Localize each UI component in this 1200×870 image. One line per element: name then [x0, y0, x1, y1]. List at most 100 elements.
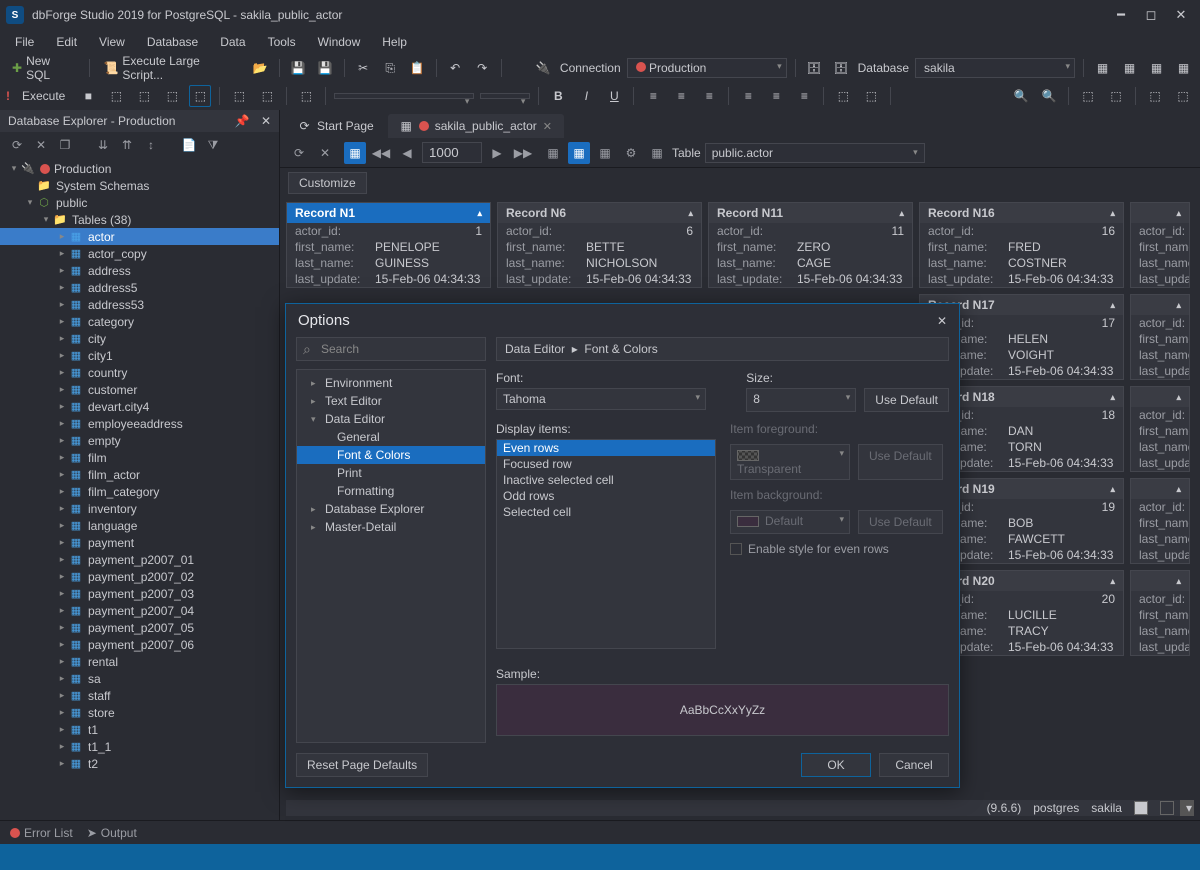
opt-node-general[interactable]: General [297, 428, 485, 446]
display-item[interactable]: Even rows [497, 440, 715, 456]
zoom-out-button[interactable]: 🔍 [1038, 85, 1060, 107]
execute-button[interactable]: Execute [16, 86, 71, 106]
menu-tools[interactable]: Tools [259, 32, 305, 52]
use-default-font-button[interactable]: Use Default [864, 388, 949, 412]
collapse-icon[interactable]: ▴ [1176, 392, 1181, 403]
save-all-button[interactable]: 💾 [315, 57, 336, 79]
tree-node-table[interactable]: ▸▦payment [0, 534, 279, 551]
connection-dropdown[interactable]: Production [627, 58, 787, 78]
tool-4[interactable]: ▦ [1173, 57, 1194, 79]
size-select[interactable]: 8 [746, 388, 856, 412]
menu-edit[interactable]: Edit [47, 32, 86, 52]
grid-next-page-button[interactable]: ▶▶ [512, 142, 534, 164]
tree-node-table[interactable]: ▸▦address [0, 262, 279, 279]
opt-node-master-detail[interactable]: ▸Master-Detail [297, 518, 485, 536]
size-dropdown[interactable] [480, 93, 530, 99]
display-items-list[interactable]: Even rowsFocused rowInactive selected ce… [496, 439, 716, 649]
tree-node-table[interactable]: ▸▦rental [0, 653, 279, 670]
tb2-b7[interactable]: ⬚ [295, 85, 317, 107]
font-dropdown[interactable] [334, 93, 474, 99]
tree-node-table[interactable]: ▸▦customer [0, 381, 279, 398]
record-card[interactable]: Record N1▴ actor_id:1 first_name:PENELOP… [286, 202, 491, 288]
tree-node-table[interactable]: ▸▦employeeaddress [0, 415, 279, 432]
grid-view2-button[interactable]: ▦ [568, 142, 590, 164]
new-window-icon[interactable]: ❐ [56, 136, 74, 154]
display-item[interactable]: Odd rows [497, 488, 715, 504]
maximize-button[interactable]: ◻ [1138, 5, 1164, 25]
tool-3[interactable]: ▦ [1146, 57, 1167, 79]
record-card[interactable]: ▴ actor_id: first_name: last_name: last_… [1130, 294, 1190, 380]
tb2-r2[interactable]: ⬚ [1105, 85, 1127, 107]
opt-node-print[interactable]: Print [297, 464, 485, 482]
opt-node-environment[interactable]: ▸Environment [297, 374, 485, 392]
align-center-button[interactable]: ≡ [670, 85, 692, 107]
tree-node-table[interactable]: ▸▦payment_p2007_02 [0, 568, 279, 585]
collapse-icon[interactable]: ▴ [1176, 484, 1181, 495]
opt-node-db-explorer[interactable]: ▸Database Explorer [297, 500, 485, 518]
opt-node-text-editor[interactable]: ▸Text Editor [297, 392, 485, 410]
close-button[interactable]: ✕ [1168, 5, 1194, 25]
tb2-b6[interactable]: ⬚ [256, 85, 278, 107]
tree-node-table[interactable]: ▸▦city [0, 330, 279, 347]
display-item[interactable]: Focused row [497, 456, 715, 472]
tree-node-table[interactable]: ▸▦film_category [0, 483, 279, 500]
tree-node-table[interactable]: ▸▦address5 [0, 279, 279, 296]
display-item[interactable]: Selected cell [497, 504, 715, 520]
display-item[interactable]: Inactive selected cell [497, 472, 715, 488]
align-right-button[interactable]: ≡ [698, 85, 720, 107]
save-button[interactable]: 💾 [288, 57, 309, 79]
tree-node-table[interactable]: ▸▦language [0, 517, 279, 534]
underline-button[interactable]: U [603, 85, 625, 107]
database-dropdown[interactable]: sakila [915, 58, 1075, 78]
tree-node-table[interactable]: ▸▦address53 [0, 296, 279, 313]
output-button[interactable]: ➤Output [87, 826, 137, 840]
collapse-icon[interactable]: ▴ [477, 208, 482, 219]
tree-node-table[interactable]: ▸▦devart.city4 [0, 398, 279, 415]
menu-file[interactable]: File [6, 32, 43, 52]
menu-help[interactable]: Help [373, 32, 416, 52]
tree-node-schemas[interactable]: 📁System Schemas [0, 177, 279, 194]
grid-view5-button[interactable]: ▦ [646, 142, 668, 164]
collapse-icon[interactable]: ▴ [1176, 576, 1181, 587]
paste-button[interactable]: 📋 [407, 57, 428, 79]
record-card[interactable]: ▴ actor_id: first_name: last_name: last_… [1130, 202, 1190, 288]
redo-button[interactable]: ↷ [472, 57, 493, 79]
cut-button[interactable]: ✂ [353, 57, 374, 79]
explorer-tree[interactable]: ▾🔌Production 📁System Schemas ▾⬡public ▾📁… [0, 158, 279, 820]
tree-node-table[interactable]: ▸▦sa [0, 670, 279, 687]
refresh-icon[interactable]: ⟳ [8, 136, 26, 154]
menu-view[interactable]: View [90, 32, 134, 52]
record-card-header[interactable]: Record N6▴ [498, 203, 701, 223]
tree-node-table[interactable]: ▸▦payment_p2007_05 [0, 619, 279, 636]
copy-button[interactable]: ⎘ [380, 57, 401, 79]
opt-node-font-colors[interactable]: Font & Colors [297, 446, 485, 464]
bold-button[interactable]: B [547, 85, 569, 107]
color-a-button[interactable]: ⬚ [832, 85, 854, 107]
tree-node-table[interactable]: ▸▦t2 [0, 755, 279, 772]
record-card[interactable]: Record N16▴ actor_id:16 first_name:FRED … [919, 202, 1124, 288]
delete-icon[interactable]: ✕ [32, 136, 50, 154]
stop-button[interactable]: ■ [77, 85, 99, 107]
tree-node-table[interactable]: ▸▦staff [0, 687, 279, 704]
status-chevron-icon[interactable]: ▾ [1186, 801, 1192, 815]
status-box2[interactable] [1160, 801, 1174, 815]
collapse-icon[interactable]: ▴ [1110, 208, 1115, 219]
minimize-button[interactable]: ━ [1108, 5, 1134, 25]
options-search-input[interactable]: Search [296, 337, 486, 361]
tab-start-page[interactable]: ⟳Start Page [286, 114, 386, 138]
tb2-b2[interactable]: ⬚ [133, 85, 155, 107]
close-tab-icon[interactable]: ✕ [543, 120, 552, 133]
tree-node-table[interactable]: ▸▦empty [0, 432, 279, 449]
collapse-icon[interactable]: ▴ [688, 208, 693, 219]
pin-icon[interactable]: 📌 [235, 114, 250, 128]
tb2-r1[interactable]: ⬚ [1077, 85, 1099, 107]
tree-node-table[interactable]: ▸▦payment_p2007_04 [0, 602, 279, 619]
enable-style-checkbox[interactable]: Enable style for even rows [730, 542, 949, 556]
tree-node-table[interactable]: ▸▦film [0, 449, 279, 466]
valign-top-button[interactable]: ≡ [737, 85, 759, 107]
record-card[interactable]: ▴ actor_id: first_name: last_name: last_… [1130, 570, 1190, 656]
collapse-icon[interactable]: ▴ [1176, 208, 1181, 219]
undo-button[interactable]: ↶ [445, 57, 466, 79]
menu-database[interactable]: Database [138, 32, 207, 52]
tree-node-table[interactable]: ▸▦inventory [0, 500, 279, 517]
